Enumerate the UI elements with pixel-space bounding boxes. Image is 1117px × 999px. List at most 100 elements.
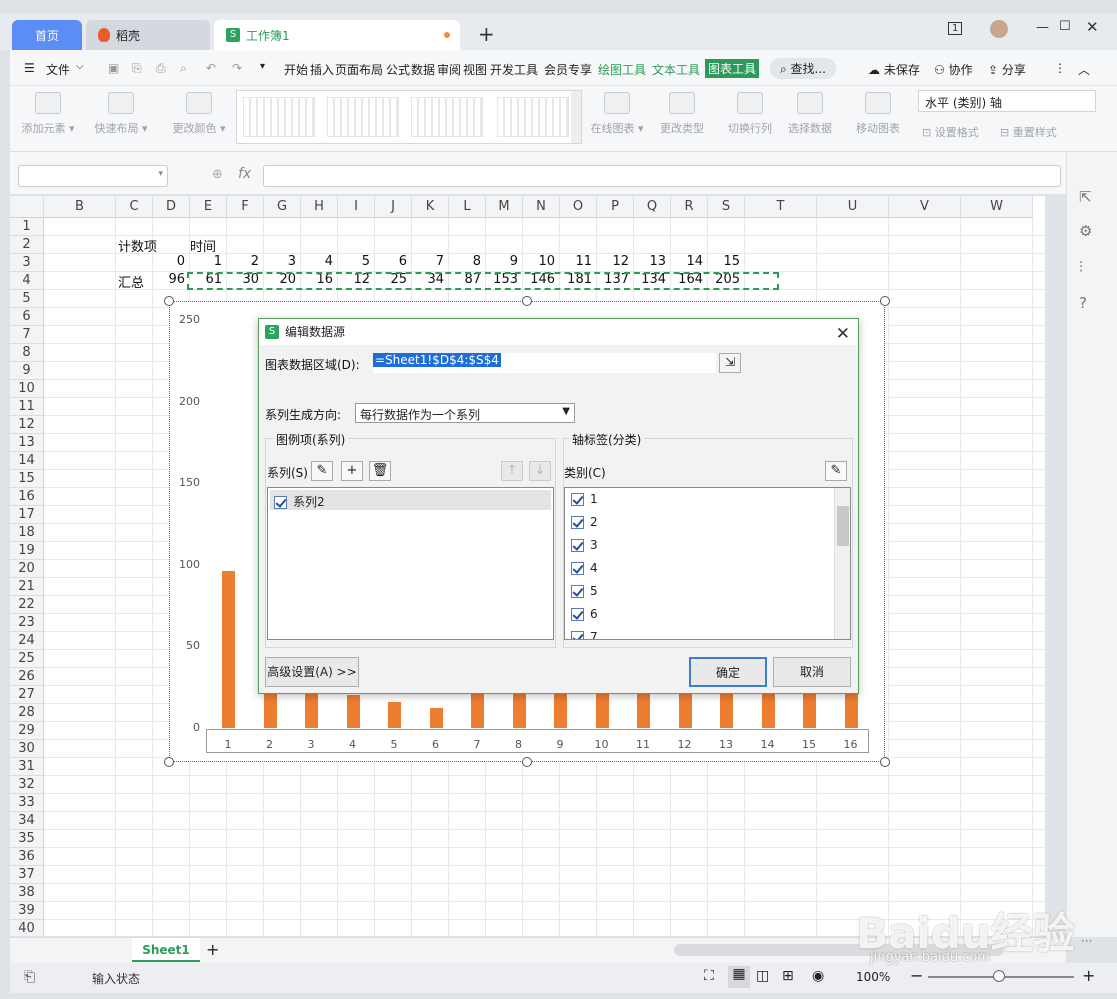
row-header[interactable]: 5 — [10, 290, 44, 308]
menu-start[interactable]: 开始 — [284, 61, 308, 78]
chart-element-select[interactable]: 水平 (类别) 轴 — [918, 90, 1096, 112]
add-sheet-button[interactable]: + — [206, 940, 219, 959]
menu-draw-tool[interactable]: 绘图工具 — [598, 61, 646, 78]
more-options-icon[interactable]: ⋮ — [1054, 61, 1066, 75]
column-header[interactable]: P — [597, 196, 634, 218]
preview-icon[interactable]: ⌕ — [180, 61, 187, 76]
online-chart-button[interactable]: 在线图表 ▾ — [588, 92, 646, 136]
print-icon[interactable]: ⎙ — [156, 61, 166, 76]
row-header[interactable]: 28 — [10, 704, 44, 722]
row-header[interactable]: 34 — [10, 812, 44, 830]
list-item[interactable]: 1 — [571, 492, 598, 512]
list-item[interactable]: 系列2 — [270, 490, 551, 510]
row-header[interactable]: 36 — [10, 848, 44, 866]
checkbox[interactable] — [571, 631, 584, 639]
checkbox[interactable] — [571, 608, 584, 621]
row-header[interactable]: 24 — [10, 632, 44, 650]
redo-icon[interactable]: ↷ — [232, 61, 242, 75]
chart-style-thumb[interactable] — [243, 97, 315, 137]
collapse-ribbon-icon[interactable]: ︿ — [1078, 61, 1090, 78]
menu-dev-tools[interactable]: 开发工具 — [490, 61, 538, 78]
row-header[interactable]: 40 — [10, 920, 44, 936]
menu-text-tool[interactable]: 文本工具 — [652, 61, 700, 78]
more-icon[interactable]: ▾ — [260, 61, 265, 72]
direction-select[interactable]: 每行数据作为一个系列 ▼ — [355, 403, 575, 423]
row-header[interactable]: 13 — [10, 434, 44, 452]
ok-button[interactable]: 确定 — [689, 657, 767, 687]
maximize-icon[interactable]: ☐ — [1059, 19, 1071, 34]
menu-chart-tool[interactable]: 图表工具 — [705, 59, 760, 78]
add-series-button[interactable]: + — [341, 461, 363, 481]
tab-daoke[interactable]: 稻壳 — [86, 20, 210, 50]
row-header[interactable]: 19 — [10, 542, 44, 560]
menu-page-layout[interactable]: 页面布局 — [335, 61, 383, 78]
row-header[interactable]: 22 — [10, 596, 44, 614]
page-break-icon[interactable]: ⊞ — [782, 968, 794, 984]
row-header[interactable]: 23 — [10, 614, 44, 632]
column-header[interactable]: T — [745, 196, 817, 218]
row-header[interactable]: 7 — [10, 326, 44, 344]
row-header[interactable]: 26 — [10, 668, 44, 686]
gallery-scroll[interactable] — [571, 91, 581, 143]
cell-row3[interactable]: 15 — [708, 254, 740, 269]
advanced-settings-button[interactable]: 高级设置(A) >> — [265, 657, 359, 687]
menu-insert[interactable]: 插入 — [310, 61, 334, 78]
list-item[interactable]: 4 — [571, 561, 598, 581]
hamburger-icon[interactable]: ☰ — [24, 61, 35, 75]
checkbox[interactable] — [274, 496, 287, 509]
normal-view-icon[interactable]: ▦ — [728, 966, 750, 988]
column-header[interactable]: W — [961, 196, 1033, 218]
column-header[interactable]: E — [190, 196, 227, 218]
checkbox[interactable] — [571, 539, 584, 552]
bar[interactable] — [388, 701, 401, 728]
resize-handle[interactable] — [164, 296, 174, 306]
avatar[interactable] — [990, 20, 1008, 38]
checkbox[interactable] — [571, 516, 584, 529]
edit-series-button[interactable]: ✎ — [311, 461, 333, 481]
bar[interactable] — [222, 571, 235, 728]
cell-row3[interactable]: 4 — [301, 254, 333, 269]
collab-button[interactable]: ⚇ 协作 — [934, 61, 973, 78]
zoom-in-button[interactable]: + — [1082, 966, 1095, 985]
column-header[interactable]: F — [227, 196, 264, 218]
cell-c2[interactable]: 计数项 — [118, 236, 157, 255]
select-data-button[interactable]: 选择数据 — [784, 92, 836, 136]
help-icon[interactable]: ? — [1079, 294, 1087, 312]
name-box[interactable]: ▾ — [18, 165, 168, 187]
delete-series-button[interactable]: 🗑 — [369, 461, 391, 481]
cell-row3[interactable]: 3 — [264, 254, 296, 269]
row-header[interactable]: 11 — [10, 398, 44, 416]
select-icon[interactable]: ⇱ — [1079, 188, 1092, 206]
row-header[interactable]: 6 — [10, 308, 44, 326]
row-header[interactable]: 38 — [10, 884, 44, 902]
row-header[interactable]: 25 — [10, 650, 44, 668]
checkbox[interactable] — [571, 493, 584, 506]
column-header[interactable]: B — [44, 196, 116, 218]
scroll-thumb[interactable] — [837, 506, 849, 546]
page-view-icon[interactable]: ◫ — [756, 968, 769, 984]
settings-icon[interactable]: ⚙ — [1079, 222, 1092, 240]
zoom-formula-icon[interactable]: ⊕ — [212, 167, 223, 182]
row-header[interactable]: 17 — [10, 506, 44, 524]
switch-rowcol-button[interactable]: 切换行列 — [724, 92, 776, 136]
menu-file[interactable]: 文件 — [46, 61, 70, 78]
list-item[interactable]: 3 — [571, 538, 598, 558]
row-header[interactable]: 8 — [10, 344, 44, 362]
range-input[interactable]: =Sheet1!$D$4:$S$4 — [373, 353, 716, 373]
change-color-button[interactable]: 更改颜色 ▾ — [168, 92, 230, 136]
column-header[interactable]: C — [116, 196, 153, 218]
menu-member[interactable]: 会员专享 — [544, 61, 592, 78]
row-header[interactable]: 4 — [10, 272, 44, 290]
menu-data[interactable]: 数据 — [411, 61, 435, 78]
cell-row3[interactable]: 6 — [375, 254, 407, 269]
column-header[interactable]: G — [264, 196, 301, 218]
export-icon[interactable]: ⎘ — [132, 61, 142, 76]
chart-style-thumb[interactable] — [497, 97, 569, 137]
cell-d2[interactable]: 时间 — [190, 236, 216, 255]
bar[interactable] — [346, 695, 360, 728]
tab-workbook[interactable]: S 工作簿1 — [214, 20, 460, 50]
chart-style-thumb[interactable] — [411, 97, 483, 137]
row-header[interactable]: 21 — [10, 578, 44, 596]
cell-row3[interactable]: 10 — [523, 254, 555, 269]
bar[interactable] — [429, 708, 443, 728]
